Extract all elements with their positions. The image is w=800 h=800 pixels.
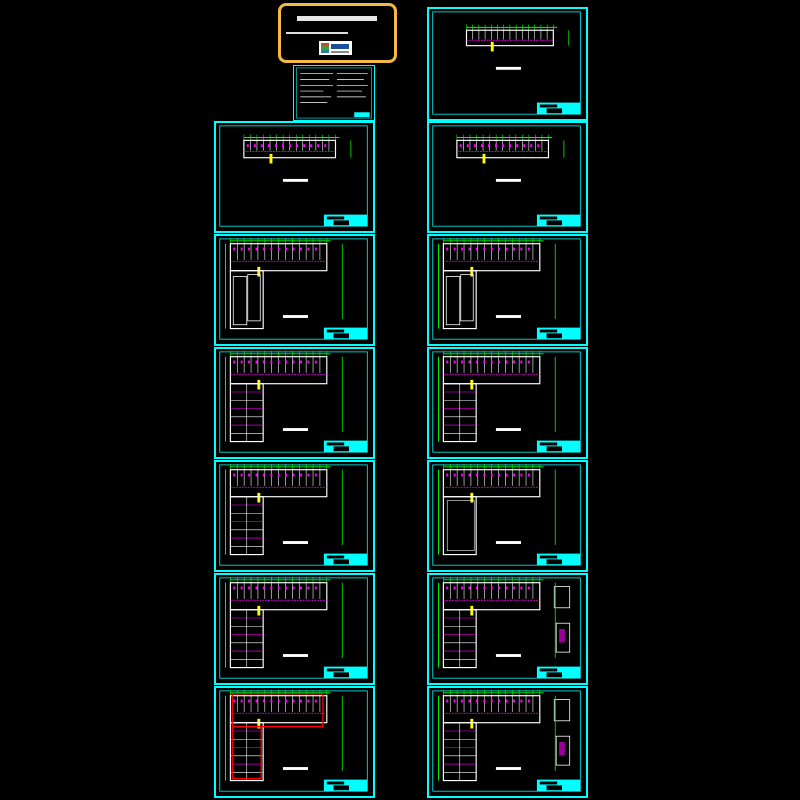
plan-L-grid bbox=[225, 463, 343, 556]
title-block bbox=[323, 214, 368, 227]
drawing-sheet-11[interactable] bbox=[427, 573, 588, 685]
floor-plan-drawing bbox=[432, 11, 581, 115]
title-block bbox=[536, 214, 581, 227]
drawing-sheet-13[interactable] bbox=[427, 686, 588, 798]
site-logo-icon bbox=[319, 41, 352, 55]
floor-plan-drawing bbox=[432, 463, 581, 566]
banner-url-text bbox=[286, 32, 348, 34]
cover-sheet-drawing bbox=[296, 67, 372, 119]
plan-L-details bbox=[438, 576, 571, 669]
floor-plan-drawing bbox=[219, 576, 368, 679]
plan-L-grid bbox=[225, 576, 343, 669]
floor-plan-drawing bbox=[219, 350, 368, 453]
plan-L-grid bbox=[225, 350, 343, 443]
floor-plan-drawing bbox=[219, 463, 368, 566]
drawing-sheet-9[interactable] bbox=[427, 460, 588, 572]
title-block bbox=[536, 327, 581, 340]
title-block bbox=[323, 440, 368, 453]
title-block bbox=[536, 553, 581, 566]
floor-plan-drawing bbox=[219, 125, 368, 227]
drawing-sheet-8[interactable] bbox=[214, 460, 375, 572]
drawing-sheet-12[interactable] bbox=[214, 686, 375, 798]
floor-plan-drawing bbox=[432, 576, 581, 679]
title-block bbox=[323, 666, 368, 679]
plan-top-floor bbox=[465, 24, 570, 70]
floor-plan-drawing bbox=[219, 689, 368, 792]
plan-L-redline bbox=[225, 689, 343, 782]
drawing-sheet-6[interactable] bbox=[214, 347, 375, 459]
drawing-sheet-4[interactable] bbox=[214, 234, 375, 346]
banner-title-text bbox=[297, 16, 377, 21]
floor-plan-drawing bbox=[432, 689, 581, 792]
plan-L bbox=[225, 237, 343, 330]
drawing-sheet-5[interactable] bbox=[427, 234, 588, 346]
cover-sheet[interactable] bbox=[293, 65, 375, 121]
title-block bbox=[536, 440, 581, 453]
title-block bbox=[536, 102, 581, 115]
plan-L bbox=[438, 237, 556, 330]
drawing-sheet-3[interactable] bbox=[427, 121, 588, 233]
floor-plan-drawing bbox=[219, 237, 368, 340]
title-block bbox=[323, 553, 368, 566]
plan-strip bbox=[243, 134, 352, 182]
plan-L-open bbox=[438, 463, 556, 556]
plan-L-details bbox=[438, 689, 571, 782]
floor-plan-drawing bbox=[432, 350, 581, 453]
title-block bbox=[536, 666, 581, 679]
plan-L-grid bbox=[438, 350, 556, 443]
plan-strip bbox=[456, 134, 565, 182]
floor-plan-drawing bbox=[432, 237, 581, 340]
floor-plan-drawing bbox=[432, 125, 581, 227]
title-block bbox=[536, 779, 581, 792]
title-block bbox=[323, 779, 368, 792]
website-banner[interactable] bbox=[278, 3, 397, 63]
drawing-sheet-1[interactable] bbox=[427, 7, 588, 121]
drawing-sheet-10[interactable] bbox=[214, 573, 375, 685]
drawing-sheet-2[interactable] bbox=[214, 121, 375, 233]
title-block bbox=[323, 327, 368, 340]
drawing-sheet-7[interactable] bbox=[427, 347, 588, 459]
